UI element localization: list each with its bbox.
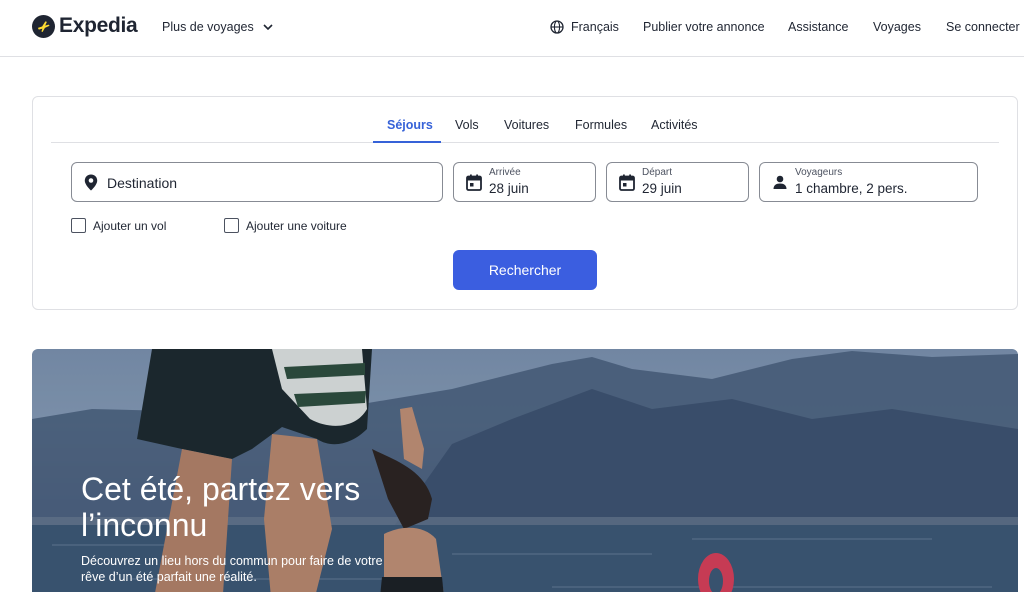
- chevron-down-icon: [263, 24, 273, 30]
- add-car-label: Ajouter une voiture: [246, 218, 347, 233]
- add-car-checkbox[interactable]: Ajouter une voiture: [224, 218, 347, 233]
- plane-logo-icon: [32, 14, 55, 38]
- travelers-value: 1 chambre, 2 pers.: [795, 181, 908, 196]
- travelers-field[interactable]: Voyageurs 1 chambre, 2 pers.: [759, 162, 978, 202]
- calendar-icon: [619, 174, 635, 191]
- add-flight-checkbox[interactable]: Ajouter un vol: [71, 218, 166, 233]
- top-header: Expedia Plus de voyages Français Publier…: [0, 0, 1024, 57]
- checkout-value: 29 juin: [642, 181, 682, 196]
- active-tab-indicator: [373, 141, 441, 143]
- add-flight-label: Ajouter un vol: [93, 218, 167, 233]
- search-form-card: Séjours Vols Voitures Formules Activités…: [32, 96, 1018, 310]
- travelers-label: Voyageurs: [795, 167, 843, 178]
- search-button[interactable]: Rechercher: [453, 250, 597, 290]
- hero-title: Cet été, partez vers l’inconnu: [81, 471, 361, 543]
- tab-packages[interactable]: Formules: [575, 118, 627, 132]
- calendar-icon: [466, 174, 482, 191]
- checkin-date-field[interactable]: Arrivée 28 juin: [453, 162, 596, 202]
- map-pin-icon: [84, 174, 98, 191]
- trips-link[interactable]: Voyages: [873, 20, 921, 34]
- hero-subtitle: Découvrez un lieu hors du commun pour fa…: [81, 554, 383, 584]
- checkout-label: Départ: [642, 167, 673, 178]
- post-listing-link[interactable]: Publier votre annonce: [643, 20, 765, 34]
- more-trips-menu[interactable]: Plus de voyages: [162, 20, 273, 34]
- tab-flights[interactable]: Vols: [455, 118, 479, 132]
- language-selector[interactable]: Français: [550, 20, 619, 34]
- checkin-value: 28 juin: [489, 181, 529, 196]
- brand-name: Expedia: [59, 14, 138, 37]
- destination-field[interactable]: Destination: [71, 162, 443, 202]
- person-icon: [772, 174, 788, 190]
- search-tabs: Séjours Vols Voitures Formules Activités: [51, 97, 999, 143]
- globe-icon: [550, 20, 564, 34]
- sign-in-link[interactable]: Se connecter: [946, 20, 1020, 34]
- support-link[interactable]: Assistance: [788, 20, 848, 34]
- destination-placeholder: Destination: [107, 175, 178, 191]
- expedia-logo[interactable]: Expedia: [32, 14, 138, 38]
- tab-activities[interactable]: Activités: [651, 118, 698, 132]
- checkin-label: Arrivée: [489, 167, 521, 178]
- more-trips-label: Plus de voyages: [162, 20, 254, 34]
- add-car-checkbox-box[interactable]: [224, 218, 239, 233]
- add-flight-checkbox-box[interactable]: [71, 218, 86, 233]
- tab-cars[interactable]: Voitures: [504, 118, 549, 132]
- tab-stays[interactable]: Séjours: [387, 118, 433, 132]
- checkout-date-field[interactable]: Départ 29 juin: [606, 162, 749, 202]
- language-label: Français: [571, 20, 619, 34]
- summer-promo-banner[interactable]: Cet été, partez vers l’inconnu Découvrez…: [32, 349, 1018, 592]
